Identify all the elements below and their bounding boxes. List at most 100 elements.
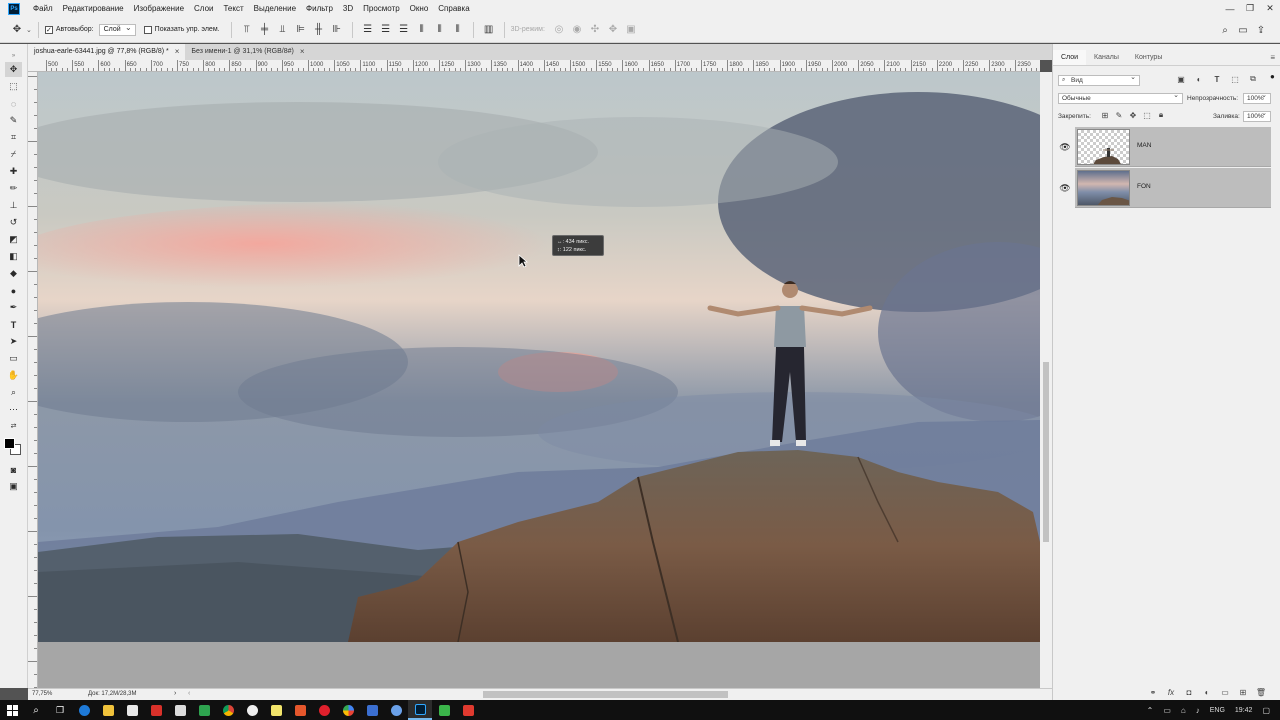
lock-all-icon[interactable]: 🔒︎ [1155,110,1167,120]
tab-paths[interactable]: Контуры [1127,50,1170,65]
distribute-left-icon[interactable]: ⫴ [415,23,429,37]
distribute-hcenter-icon[interactable]: ⫴ [433,23,447,37]
layer-name[interactable]: FON [1137,183,1151,190]
filter-smart-object-icon[interactable]: ⧉ [1247,74,1259,84]
menu-3d[interactable]: 3D [338,0,358,17]
language-indicator[interactable]: ENG [1210,707,1225,714]
menu-file[interactable]: Файл [28,0,58,17]
filter-toggle-icon[interactable]: ● [1270,72,1275,81]
edge-browser-icon[interactable] [72,700,96,720]
chevron-down-icon[interactable]: ⌄ [26,26,32,34]
menu-view[interactable]: Просмотр [358,0,405,17]
chevron-right-icon[interactable]: › [174,690,176,697]
zoom-level[interactable]: 77,75% [32,691,52,697]
foreground-color-swatch[interactable] [4,438,15,449]
scroll-left-icon[interactable]: ‹ [188,690,190,697]
align-bottom-icon[interactable]: ⫫ [276,23,290,37]
align-vcenter-icon[interactable]: ╪ [258,23,272,37]
autoselect-target-select[interactable]: Слой [98,23,136,36]
mail-icon[interactable] [168,700,192,720]
eraser-tool-icon[interactable]: ◩ [5,232,22,247]
align-top-icon[interactable]: ⫪ [240,23,254,37]
photoshop-taskbar-icon[interactable] [408,700,432,720]
zoom-tool-icon[interactable]: ⌕ [5,385,22,400]
layer-name[interactable]: MAN [1137,142,1151,149]
auto-align-icon[interactable]: ▥ [482,23,496,37]
layer-row-man[interactable]: MAN [1075,127,1271,167]
eyedropper-tool-icon[interactable]: ⌿ [5,147,22,162]
opacity-input[interactable]: 100% [1243,91,1271,104]
app-green2-icon[interactable] [432,700,456,720]
more-tools-icon[interactable]: ⋯ [5,402,22,417]
file-explorer-icon[interactable] [96,700,120,720]
filter-shape-icon[interactable]: ⬚ [1229,74,1241,84]
volume-icon[interactable]: ♪ [1196,706,1200,715]
close-icon[interactable]: ✕ [1260,0,1280,17]
store-icon[interactable] [120,700,144,720]
move-tool-icon[interactable]: ✥ [10,23,24,37]
menu-type[interactable]: Текст [218,0,248,17]
adjustment-layer-icon[interactable]: ◐ [1201,687,1213,697]
chevron-up-icon[interactable]: ⌃ [1147,706,1154,715]
move-tool-icon[interactable]: ✥ [5,62,22,77]
eye-icon[interactable]: 👁︎ [1059,183,1070,193]
rectangle-tool-icon[interactable]: ▭ [5,351,22,366]
pen-tool-icon[interactable]: ✒ [5,300,22,315]
type-tool-icon[interactable]: T [5,317,22,332]
eye-icon[interactable]: 👁︎ [1059,142,1070,152]
add-mask-icon[interactable]: ◘ [1183,687,1195,697]
menu-image[interactable]: Изображение [129,0,189,17]
battery-icon[interactable]: ▭ [1163,706,1171,715]
canvas[interactable] [38,72,1040,688]
menu-help[interactable]: Справка [433,0,474,17]
lock-transparent-icon[interactable]: ⊞ [1099,110,1111,120]
distribute-top-icon[interactable]: ☰ [361,23,375,37]
dodge-tool-icon[interactable]: ● [5,283,22,298]
align-right-icon[interactable]: ⊪ [330,23,344,37]
align-left-icon[interactable]: ⊫ [294,23,308,37]
lock-pixels-icon[interactable]: ✎ [1113,110,1125,120]
distribute-vcenter-icon[interactable]: ☰ [379,23,393,37]
menu-layers[interactable]: Слои [189,0,218,17]
marquee-tool-icon[interactable]: ⬚ [5,79,22,94]
panel-menu-icon[interactable]: ≡ [1270,53,1275,62]
distribute-right-icon[interactable]: ⫴ [451,23,465,37]
scale-3d-icon[interactable]: ▣ [624,23,638,37]
task-view-icon[interactable]: ❐ [48,700,72,720]
vertical-scrollbar[interactable] [1040,72,1052,688]
layer-style-icon[interactable]: fx [1165,687,1177,697]
gradient-tool-icon[interactable]: ◧ [5,249,22,264]
tab-layers[interactable]: Слои [1053,50,1087,65]
swap-colors-icon[interactable]: ⇄ [5,418,22,433]
search-icon[interactable]: ⌕ [1218,23,1232,37]
notifications-icon[interactable]: ▢ [1262,706,1270,715]
quick-mask-icon[interactable]: ◙ [5,462,22,477]
restore-icon[interactable]: ❐ [1240,0,1260,17]
layer-filter-select[interactable]: ⌕ Вид [1058,73,1140,86]
collapse-icon[interactable]: » [5,48,22,63]
windows-start-icon[interactable] [0,700,24,720]
fill-input[interactable]: 100% [1243,109,1271,122]
show-controls-checkbox[interactable] [143,25,152,34]
tab-document-1[interactable]: joshua-earle-63441.jpg @ 77,8% (RGB/8) *… [28,44,186,60]
distribute-bottom-icon[interactable]: ☰ [397,23,411,37]
network-icon[interactable]: ⌂ [1181,706,1186,715]
menu-filter[interactable]: Фильтр [301,0,338,17]
app-red-icon[interactable] [144,700,168,720]
pan-3d-icon[interactable]: ✣ [588,23,602,37]
menu-window[interactable]: Окно [405,0,434,17]
close-icon[interactable]: × [175,44,180,60]
search-icon[interactable]: ⌕ [24,700,48,720]
notes-icon[interactable] [264,700,288,720]
app-red2-icon[interactable] [456,700,480,720]
blur-tool-icon[interactable]: ◆ [5,266,22,281]
history-brush-tool-icon[interactable]: ↺ [5,215,22,230]
filter-adjustment-icon[interactable]: ◐ [1193,74,1205,84]
close-icon[interactable]: × [300,44,305,60]
clock[interactable]: 19:42 [1235,707,1253,714]
crop-tool-icon[interactable]: ⌗ [5,130,22,145]
link-layers-icon[interactable]: ⚭ [1147,687,1159,697]
brush-tool-icon[interactable]: ✏ [5,181,22,196]
opera-icon[interactable] [312,700,336,720]
menu-edit[interactable]: Редактирование [58,0,129,17]
